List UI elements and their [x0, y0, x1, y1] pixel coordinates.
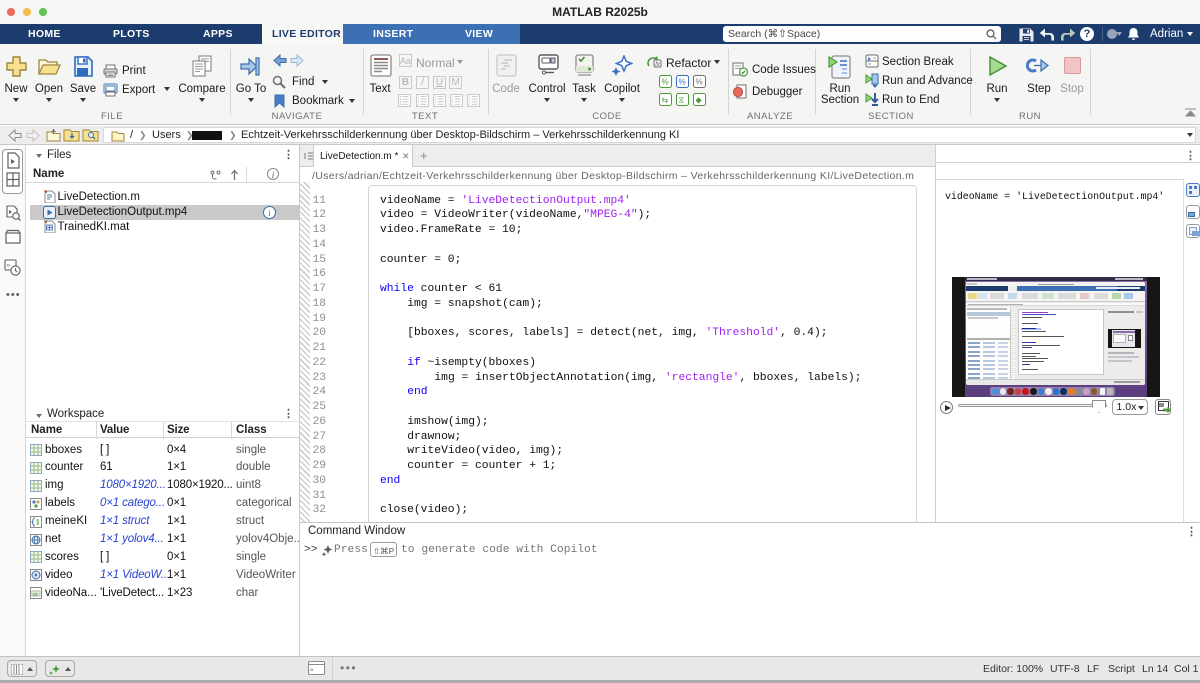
svg-text:⧖: ⧖ — [679, 96, 685, 105]
svg-text:◆: ◆ — [696, 96, 703, 105]
svg-text:4: 4 — [468, 103, 470, 107]
svg-text:%: % — [679, 78, 686, 87]
svg-text:%: % — [662, 78, 669, 87]
svg-text:4: 4 — [417, 103, 419, 107]
svg-text:4: 4 — [451, 103, 453, 107]
svg-text:%: % — [696, 78, 703, 87]
svg-text:⇆: ⇆ — [662, 96, 669, 105]
svg-text:ab: ab — [33, 592, 39, 597]
svg-text:4: 4 — [434, 103, 436, 107]
